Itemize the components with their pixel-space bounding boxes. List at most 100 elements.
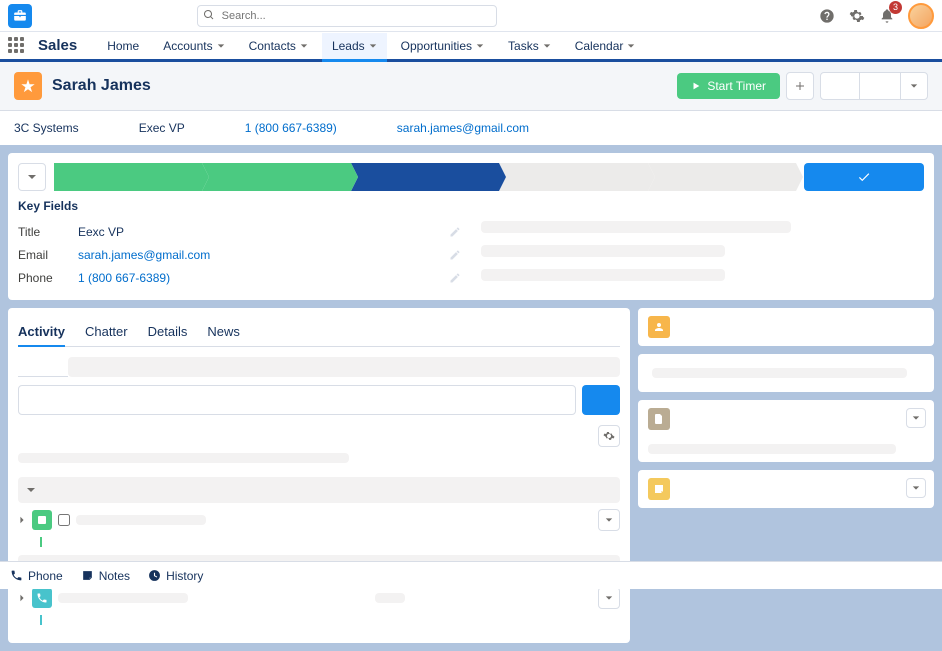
plus-icon: [794, 80, 806, 92]
highlight-title: Exec VP: [139, 121, 185, 135]
chevron-right-icon[interactable]: [18, 516, 26, 524]
app-logo: [8, 4, 32, 28]
highlight-email[interactable]: sarah.james@gmail.com: [397, 121, 529, 135]
history-icon: [148, 569, 161, 582]
notifications-button[interactable]: 3: [878, 7, 896, 25]
placeholder: [648, 444, 897, 454]
chevron-right-icon[interactable]: [18, 594, 26, 602]
task-icon: [32, 510, 52, 530]
path-stage-5[interactable]: [648, 163, 796, 191]
path-toggle[interactable]: [18, 163, 46, 191]
add-button[interactable]: [786, 72, 814, 100]
kf-title: Title Eexc VP: [18, 221, 461, 244]
call-icon: [32, 588, 52, 608]
placeholder: [652, 368, 907, 378]
subtab-1[interactable]: [18, 357, 68, 377]
app-nav: Sales Home Accounts Contacts Leads Oppor…: [0, 32, 942, 62]
gear-icon: [849, 8, 865, 24]
chevron-down-icon: [27, 172, 37, 182]
related-menu[interactable]: [906, 408, 926, 428]
action-seg-2[interactable]: [860, 72, 900, 100]
activity-composer-submit[interactable]: [582, 385, 620, 415]
tab-activity[interactable]: Activity: [18, 318, 65, 347]
path-stage-1[interactable]: [54, 163, 202, 191]
nav-opportunities[interactable]: Opportunities: [391, 33, 494, 59]
path-stage-2[interactable]: [202, 163, 350, 191]
gear-icon: [603, 430, 615, 442]
path-card: Key Fields Title Eexc VP Email sarah.jam…: [8, 153, 934, 300]
highlight-company: 3C Systems: [14, 121, 79, 135]
tab-details[interactable]: Details: [148, 318, 188, 346]
placeholder: [481, 221, 791, 233]
tab-chatter[interactable]: Chatter: [85, 318, 128, 346]
path-stage-3[interactable]: [351, 163, 499, 191]
nav-home[interactable]: Home: [97, 33, 149, 59]
placeholder: [76, 515, 206, 525]
caret-down-icon: [605, 594, 613, 602]
nav-calendar[interactable]: Calendar: [565, 33, 646, 59]
path-stages: [54, 163, 796, 191]
chevron-down-icon: [300, 42, 308, 50]
play-icon: [691, 81, 701, 91]
footer-notes[interactable]: Notes: [81, 569, 130, 583]
timeline-connector: [40, 615, 620, 625]
nav-accounts[interactable]: Accounts: [153, 33, 234, 59]
help-button[interactable]: [818, 7, 836, 25]
pencil-icon[interactable]: [449, 272, 461, 284]
activity-section-toggle[interactable]: [18, 477, 620, 503]
lead-icon: [14, 72, 42, 100]
related-card-3: [638, 400, 934, 462]
tab-news[interactable]: News: [207, 318, 240, 346]
app-name: Sales: [38, 37, 77, 54]
chevron-down-icon: [476, 42, 484, 50]
placeholder: [58, 593, 188, 603]
notes-icon: [81, 569, 94, 582]
notification-badge: 3: [889, 1, 902, 14]
action-seg-1[interactable]: [820, 72, 860, 100]
person-icon: [653, 321, 665, 333]
pencil-icon[interactable]: [449, 226, 461, 238]
related-menu[interactable]: [906, 478, 926, 498]
activity-tabs: Activity Chatter Details News: [18, 318, 620, 347]
keyfields-heading: Key Fields: [18, 199, 924, 213]
related-card-1: [638, 308, 934, 346]
activity-card: Activity Chatter Details News: [8, 308, 630, 643]
nav-contacts[interactable]: Contacts: [239, 33, 318, 59]
placeholder: [481, 269, 725, 281]
nav-tasks[interactable]: Tasks: [498, 33, 561, 59]
highlight-phone[interactable]: 1 (800 667-6389): [245, 121, 337, 135]
activity-item-menu[interactable]: [598, 509, 620, 531]
footer-history[interactable]: History: [148, 569, 203, 583]
setup-button[interactable]: [848, 7, 866, 25]
task-checkbox[interactable]: [58, 514, 70, 526]
mark-complete-button[interactable]: [804, 163, 924, 191]
action-seg-menu[interactable]: [900, 72, 928, 100]
path-stage-4[interactable]: [499, 163, 647, 191]
activity-settings[interactable]: [598, 425, 620, 447]
placeholder: [481, 245, 725, 257]
check-icon: [857, 170, 871, 184]
highlights-panel: 3C Systems Exec VP 1 (800 667-6389) sara…: [0, 111, 942, 145]
chevron-down-icon: [543, 42, 551, 50]
caret-down-icon: [605, 516, 613, 524]
pencil-icon[interactable]: [449, 249, 461, 261]
action-button-group: [820, 72, 928, 100]
caret-down-icon: [910, 82, 918, 90]
nav-leads[interactable]: Leads: [322, 33, 387, 62]
question-icon: [819, 8, 835, 24]
related-icon: [648, 316, 670, 338]
footer-phone[interactable]: Phone: [10, 569, 63, 583]
start-timer-button[interactable]: Start Timer: [677, 73, 780, 99]
utility-bar: Phone Notes History: [0, 561, 942, 589]
activity-composer-input[interactable]: [18, 385, 576, 415]
search-input[interactable]: [197, 5, 497, 27]
user-avatar[interactable]: [908, 3, 934, 29]
chevron-down-icon: [369, 42, 377, 50]
caret-down-icon: [912, 414, 920, 422]
activity-item-menu[interactable]: [598, 587, 620, 609]
app-launcher[interactable]: [8, 37, 26, 55]
placeholder: [68, 357, 620, 377]
related-card-4: [638, 470, 934, 508]
related-card-2: [638, 354, 934, 392]
briefcase-icon: [13, 9, 27, 23]
